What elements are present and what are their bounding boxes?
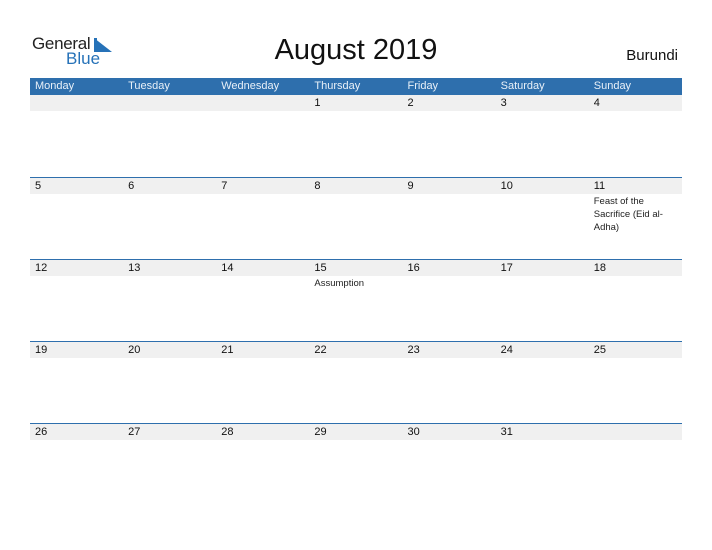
date-number: 17 <box>500 262 513 274</box>
country-label: Burundi <box>626 47 678 64</box>
date-number: 28 <box>221 426 234 438</box>
date-number: 16 <box>407 262 420 274</box>
holiday-event <box>309 440 402 441</box>
date-number: 23 <box>407 344 420 356</box>
weekday-thursday: Thursday <box>314 80 361 92</box>
holiday-event <box>216 276 309 290</box>
date-number: 5 <box>35 180 42 192</box>
holiday-event: Feast of the Sacrifice (Eid al-Adha) <box>593 196 663 233</box>
holiday-event <box>496 194 589 234</box>
date-number: 20 <box>128 344 141 356</box>
date-number: 3 <box>500 97 507 109</box>
week-row: 12 13 14 15 16 17 18 Assumption <box>30 259 682 341</box>
holiday-event <box>309 111 402 112</box>
date-number: 14 <box>221 262 234 274</box>
week-row: 5 6 7 8 9 10 11 Feast of the Sacrifice (Eid al-… <box>30 177 682 259</box>
date-strip: 5 6 7 8 9 10 11 <box>30 178 682 194</box>
date-number: 31 <box>500 426 513 438</box>
date-strip: 19 20 21 22 23 24 25 <box>30 342 682 358</box>
weekday-tuesday: Tuesday <box>128 80 170 92</box>
date-number <box>30 95 123 111</box>
date-number: 19 <box>35 344 48 356</box>
date-number: 30 <box>407 426 420 438</box>
holiday-event <box>216 194 309 234</box>
events-row: Feast of the Sacrifice (Eid al-Adha) <box>30 194 682 234</box>
holiday-event <box>403 276 496 290</box>
holiday-event <box>496 276 589 290</box>
week-row: 26 27 28 29 30 31 <box>30 423 682 505</box>
holiday-event <box>403 440 496 441</box>
date-number: 29 <box>314 426 327 438</box>
events-row: Assumption <box>30 276 682 290</box>
holiday-event <box>496 440 589 441</box>
holiday-event <box>589 276 682 290</box>
holiday-event <box>123 358 216 359</box>
holiday-event <box>216 111 309 112</box>
date-number <box>216 95 309 111</box>
date-number: 9 <box>407 180 414 192</box>
holiday-event <box>403 111 496 112</box>
date-number: 25 <box>593 344 606 356</box>
date-strip: 26 27 28 29 30 31 <box>30 424 682 440</box>
holiday-event <box>30 111 123 112</box>
holiday-event <box>30 440 123 441</box>
holiday-event <box>496 358 589 359</box>
date-number: 7 <box>221 180 228 192</box>
holiday-event <box>30 276 123 290</box>
holiday-event <box>216 440 309 441</box>
holiday-event <box>309 194 402 234</box>
holiday-event <box>589 358 682 359</box>
weekday-monday: Monday <box>35 80 75 92</box>
date-number: 12 <box>35 262 48 274</box>
events-row <box>30 440 682 441</box>
holiday-event <box>123 111 216 112</box>
calendar-grid: Monday Tuesday Wednesday Thursday Friday… <box>30 78 682 505</box>
date-number: 8 <box>314 180 321 192</box>
holiday-event: Assumption <box>314 278 365 289</box>
holiday-event <box>403 358 496 359</box>
weekday-wednesday: Wednesday <box>221 80 280 92</box>
date-number: 10 <box>500 180 513 192</box>
date-number: 2 <box>407 97 414 109</box>
date-number: 4 <box>593 97 600 109</box>
holiday-event <box>30 194 123 234</box>
date-number: 26 <box>35 426 48 438</box>
date-number <box>589 424 682 440</box>
date-number: 22 <box>314 344 327 356</box>
events-row <box>30 358 682 359</box>
week-row: 1 2 3 4 <box>30 95 682 177</box>
holiday-event <box>309 358 402 359</box>
date-number: 13 <box>128 262 141 274</box>
events-row <box>30 111 682 112</box>
date-strip: 1 2 3 4 <box>30 95 682 111</box>
holiday-event <box>123 276 216 290</box>
date-number: 24 <box>500 344 513 356</box>
date-number: 6 <box>128 180 135 192</box>
weekday-saturday: Saturday <box>500 80 545 92</box>
date-strip: 12 13 14 15 16 17 18 <box>30 260 682 276</box>
holiday-event <box>216 358 309 359</box>
weekday-header: Monday Tuesday Wednesday Thursday Friday… <box>30 78 682 95</box>
date-number: 11 <box>593 180 606 192</box>
page-title: August 2019 <box>274 34 438 66</box>
weekday-friday: Friday <box>407 80 439 92</box>
holiday-event <box>496 111 589 112</box>
holiday-event <box>123 440 216 441</box>
holiday-event <box>589 440 682 441</box>
week-row: 19 20 21 22 23 24 25 <box>30 341 682 423</box>
date-number <box>123 95 216 111</box>
holiday-event <box>589 111 682 112</box>
date-number: 18 <box>593 262 606 274</box>
holiday-event <box>30 358 123 359</box>
date-number: 15 <box>314 262 327 274</box>
weekday-sunday: Sunday <box>593 80 632 92</box>
holiday-event <box>123 194 216 234</box>
date-number: 27 <box>128 426 141 438</box>
holiday-event <box>403 194 496 234</box>
date-number: 1 <box>314 97 321 109</box>
date-number: 21 <box>221 344 234 356</box>
